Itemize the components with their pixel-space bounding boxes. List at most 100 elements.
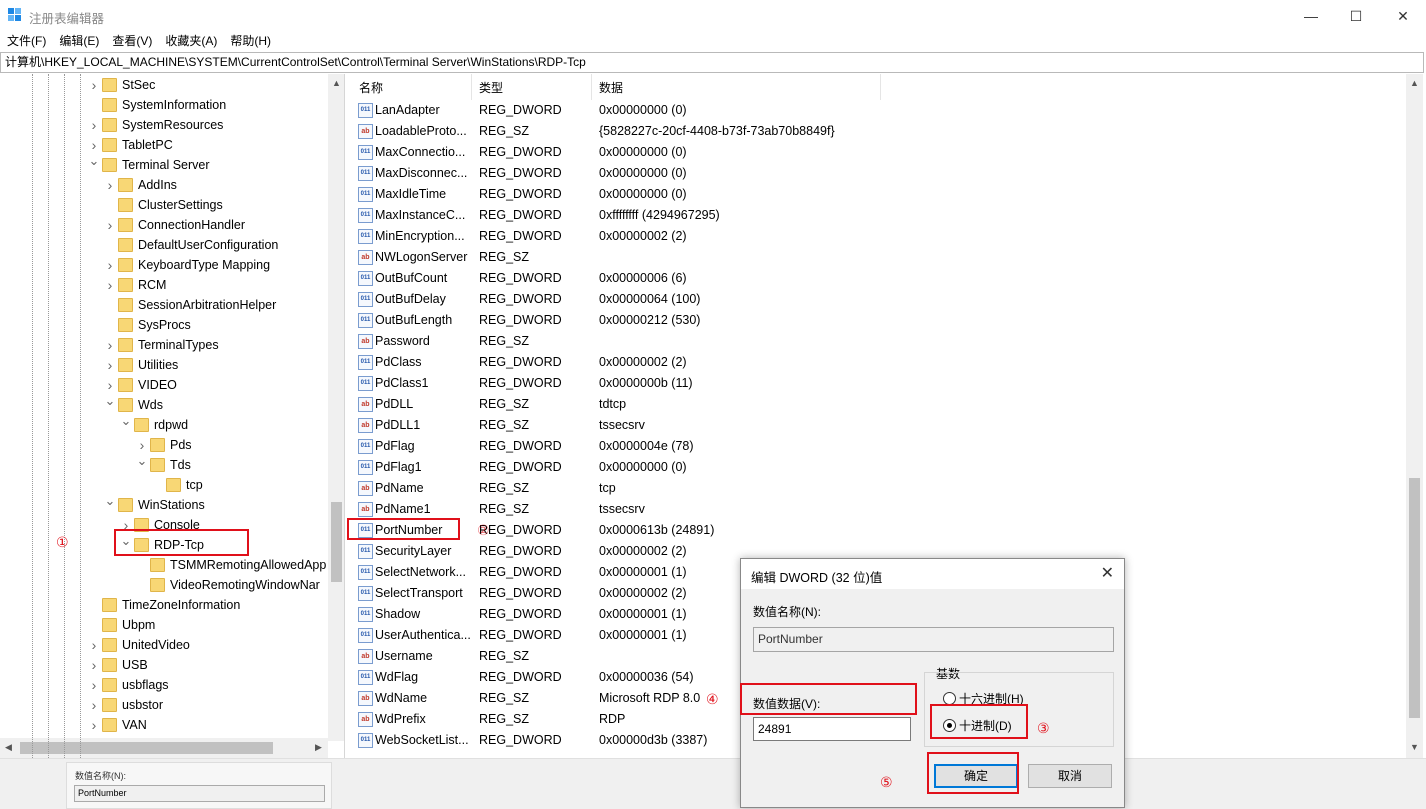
value-type: REG_SZ: [479, 649, 530, 663]
value-row[interactable]: 011 LanAdapter REG_DWORD 0x00000000 (0): [350, 100, 1406, 121]
chevron-right-icon[interactable]: ›: [104, 175, 116, 195]
folder-icon: [102, 638, 117, 652]
value-row[interactable]: 011 MaxDisconnec... REG_DWORD 0x00000000 (0…: [350, 163, 1406, 184]
value-name: Username: [375, 649, 433, 663]
value-row[interactable]: 011 PdFlag REG_DWORD 0x0000004e (78): [350, 436, 1406, 457]
list-scroll-thumb[interactable]: [1409, 478, 1420, 718]
binary-value-icon: 011: [358, 628, 373, 643]
tree-scroll-thumb[interactable]: [331, 502, 342, 582]
menu-favorites[interactable]: 收藏夹(A): [165, 32, 217, 50]
value-row[interactable]: 011 OutBufCount REG_DWORD 0x00000006 (6): [350, 268, 1406, 289]
chevron-right-icon[interactable]: ›: [104, 215, 116, 235]
value-row[interactable]: 011 MinEncryption... REG_DWORD 0x00000002 (…: [350, 226, 1406, 247]
chevron-down-icon[interactable]: ⌄: [136, 451, 148, 471]
chevron-down-icon[interactable]: ⌄: [120, 411, 132, 431]
value-row[interactable]: ab PdName1 REG_SZ tssecsrv: [350, 499, 1406, 520]
value-data: RDP: [599, 712, 626, 726]
scroll-up-icon[interactable]: ▲: [1410, 78, 1419, 88]
folder-icon: [102, 658, 117, 672]
value-data: 0x00000006 (6): [599, 271, 687, 285]
value-name: MaxIdleTime: [375, 187, 447, 201]
chevron-down-icon[interactable]: ⌄: [104, 491, 116, 511]
value-data-input[interactable]: 24891: [753, 717, 911, 741]
chevron-down-icon[interactable]: ⌄: [88, 151, 100, 171]
menu-edit[interactable]: 编辑(E): [59, 32, 99, 50]
value-row[interactable]: ab PdDLL REG_SZ tdtcp: [350, 394, 1406, 415]
folder-icon: [102, 678, 117, 692]
tree-item-label: VideoRemotingWindowNar: [170, 578, 320, 592]
value-data: 0x00000000 (0): [599, 187, 687, 201]
maximize-button[interactable]: ☐: [1333, 0, 1379, 32]
value-row[interactable]: ab PdDLL1 REG_SZ tssecsrv: [350, 415, 1406, 436]
annotation-marker-3: ③: [1037, 720, 1050, 736]
annotation-marker-1: ①: [56, 534, 69, 550]
value-row[interactable]: 011 OutBufLength REG_DWORD 0x00000212 (530): [350, 310, 1406, 331]
chevron-right-icon[interactable]: ›: [104, 335, 116, 355]
chevron-right-icon[interactable]: ›: [104, 255, 116, 275]
minimize-button[interactable]: —: [1288, 0, 1334, 32]
tree-hscroll-thumb[interactable]: [20, 742, 273, 754]
tree-vertical-scrollbar[interactable]: ▲: [328, 74, 344, 741]
value-row[interactable]: ab NWLogonServer REG_SZ: [350, 247, 1406, 268]
value-row[interactable]: 011 PortNumber REG_DWORD 0x0000613b (24891): [350, 520, 1406, 541]
folder-icon: [118, 358, 133, 372]
chevron-right-icon[interactable]: ›: [88, 695, 100, 715]
column-type[interactable]: 类型: [479, 79, 503, 96]
menu-file[interactable]: 文件(F): [7, 32, 46, 50]
value-row[interactable]: 011 OutBufDelay REG_DWORD 0x00000064 (100): [350, 289, 1406, 310]
binary-value-icon: 011: [358, 145, 373, 160]
chevron-right-icon[interactable]: ›: [88, 655, 100, 675]
column-data[interactable]: 数据: [599, 79, 623, 96]
chevron-down-icon[interactable]: ⌄: [104, 391, 116, 411]
chevron-right-icon[interactable]: ›: [88, 715, 100, 735]
value-name: WdFlag: [375, 670, 419, 684]
scroll-up-icon[interactable]: ▲: [332, 78, 341, 88]
value-row[interactable]: 011 PdFlag1 REG_DWORD 0x00000000 (0): [350, 457, 1406, 478]
ghost-name-field: PortNumber: [74, 785, 325, 802]
tree-item-label: TabletPC: [122, 138, 173, 152]
value-row[interactable]: 011 MaxInstanceC... REG_DWORD 0xffffffff (4…: [350, 205, 1406, 226]
value-data: tdtcp: [599, 397, 627, 411]
list-vertical-scrollbar[interactable]: ▲ ▼: [1406, 74, 1423, 758]
string-value-icon: ab: [358, 124, 373, 139]
address-bar[interactable]: 计算机\HKEY_LOCAL_MACHINE\SYSTEM\CurrentCon…: [0, 52, 1424, 73]
chevron-right-icon[interactable]: ›: [88, 75, 100, 95]
menu-help[interactable]: 帮助(H): [230, 32, 271, 50]
menu-view[interactable]: 查看(V): [112, 32, 152, 50]
chevron-right-icon[interactable]: ›: [104, 275, 116, 295]
scroll-down-icon[interactable]: ▼: [1410, 742, 1419, 752]
folder-icon: [102, 618, 117, 632]
tree-item-label: Terminal Server: [122, 158, 210, 172]
chevron-right-icon[interactable]: ›: [88, 635, 100, 655]
ghost-dialog-fragment: 数值名称(N): PortNumber: [66, 762, 332, 809]
value-row[interactable]: ab PdName REG_SZ tcp: [350, 478, 1406, 499]
value-type: REG_DWORD: [479, 145, 562, 159]
folder-icon: [102, 78, 117, 92]
value-row[interactable]: 011 MaxConnectio... REG_DWORD 0x00000000 (0…: [350, 142, 1406, 163]
chevron-right-icon[interactable]: ›: [104, 355, 116, 375]
binary-value-icon: 011: [358, 166, 373, 181]
value-data: 0x0000613b (24891): [599, 523, 715, 537]
tree-item-label: Tds: [170, 458, 191, 472]
value-name: SelectTransport: [375, 586, 463, 600]
value-type: REG_DWORD: [479, 607, 562, 621]
chevron-right-icon[interactable]: ›: [88, 115, 100, 135]
value-row[interactable]: ab LoadableProto... REG_SZ {5828227c-20cf-4…: [350, 121, 1406, 142]
tree-horizontal-scrollbar[interactable]: ◀ ▶: [0, 738, 328, 758]
chevron-right-icon[interactable]: ›: [88, 675, 100, 695]
close-button[interactable]: ✕: [1380, 0, 1426, 32]
column-name[interactable]: 名称: [359, 79, 383, 96]
folder-icon: [118, 298, 133, 312]
value-row[interactable]: 011 PdClass1 REG_DWORD 0x0000000b (11): [350, 373, 1406, 394]
value-row[interactable]: 011 MaxIdleTime REG_DWORD 0x00000000 (0): [350, 184, 1406, 205]
scroll-left-icon[interactable]: ◀: [5, 742, 12, 753]
value-name-field: PortNumber: [753, 627, 1114, 652]
value-row[interactable]: 011 PdClass REG_DWORD 0x00000002 (2): [350, 352, 1406, 373]
value-name: PdClass1: [375, 376, 429, 390]
value-type: REG_DWORD: [479, 292, 562, 306]
scroll-right-icon[interactable]: ▶: [315, 742, 322, 753]
tree-guide-line: [64, 74, 65, 758]
dialog-close-icon[interactable]: ✕: [1101, 563, 1114, 583]
cancel-button[interactable]: 取消: [1028, 764, 1112, 788]
value-row[interactable]: ab Password REG_SZ: [350, 331, 1406, 352]
